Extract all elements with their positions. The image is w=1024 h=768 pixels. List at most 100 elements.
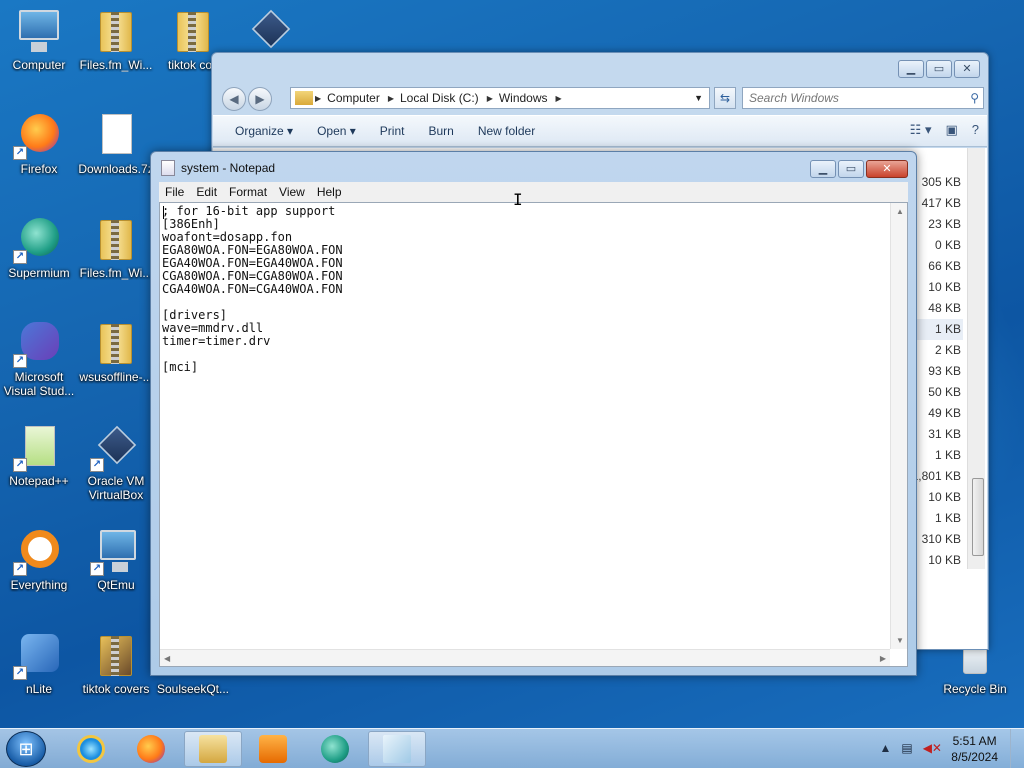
text-editor[interactable]: ; for 16-bit app support [386Enh] woafon… (159, 202, 908, 667)
forward-button[interactable]: ▶ (248, 87, 272, 111)
scroll-up-icon[interactable]: ▲ (896, 207, 904, 216)
taskbar-supermium[interactable] (306, 731, 364, 767)
horizontal-scrollbar[interactable]: ◀ ▶ (160, 649, 890, 666)
menu-edit[interactable]: Edit (190, 185, 223, 199)
vertical-scrollbar[interactable]: ▲ ▼ (890, 203, 907, 649)
shortcut-arrow-icon: ↗ (13, 458, 27, 472)
zip-folder-icon (100, 12, 132, 52)
search-box[interactable]: Search Windows ⚲ (742, 87, 984, 109)
editor-content[interactable]: ; for 16-bit app support [386Enh] woafon… (162, 205, 343, 374)
help-icon[interactable]: ? (972, 122, 979, 138)
breadcrumb-separator-icon: ▶ (555, 93, 562, 103)
organize-button[interactable]: Organize ▾ (225, 124, 303, 138)
shortcut-arrow-icon: ↗ (13, 666, 27, 680)
taskbar-notepad[interactable] (368, 731, 426, 767)
address-bar[interactable]: ▶ Computer ▶ Local Disk (C:) ▶ Windows ▶… (290, 87, 710, 109)
network-icon[interactable]: ▤ (901, 741, 912, 755)
taskbar-internet-explorer[interactable] (62, 731, 120, 767)
address-dropdown-icon[interactable]: ▼ (694, 93, 709, 103)
start-button[interactable]: ⊞ (6, 731, 46, 767)
menu-bar: File Edit Format View Help (159, 182, 908, 202)
volume-muted-icon[interactable]: ◀✕ (923, 741, 942, 755)
desktop-icon-virtualbox-installer[interactable] (228, 6, 312, 58)
explorer-titlebar[interactable] (212, 53, 988, 83)
preview-pane-icon[interactable]: ▣ (945, 122, 957, 138)
text-caret (163, 206, 164, 219)
taskbar-explorer[interactable] (184, 731, 242, 767)
explorer-window-buttons: ▁ ▭ ✕ (898, 60, 980, 78)
computer-icon (19, 10, 59, 52)
menu-format[interactable]: Format (223, 185, 273, 199)
new-folder-button[interactable]: New folder (468, 124, 545, 138)
zip-folder-icon (100, 220, 132, 260)
menu-file[interactable]: File (159, 185, 190, 199)
maximize-button[interactable]: ▭ (926, 60, 952, 78)
desktop-icon-downloads-7z[interactable]: Downloads.7z (74, 110, 158, 176)
show-desktop-button[interactable] (1010, 729, 1024, 768)
breadcrumb-computer[interactable]: Computer (323, 91, 386, 105)
notepad-window[interactable]: system - Notepad ▁ ▭ ✕ File Edit Format … (150, 151, 917, 676)
desktop-icon-everything[interactable]: ↗ Everything (0, 526, 81, 592)
desktop-icon-supermium[interactable]: ↗ Supermium (0, 214, 81, 280)
notepad-icon (383, 735, 411, 763)
menu-help[interactable]: Help (311, 185, 348, 199)
notepad-titlebar[interactable]: system - Notepad (161, 160, 275, 176)
show-hidden-icons-icon[interactable]: ▲ (879, 741, 891, 755)
firefox-icon (137, 735, 165, 763)
desktop-icon-virtualbox[interactable]: ↗ Oracle VM VirtualBox (74, 422, 158, 502)
desktop-icon-notepadpp[interactable]: ↗ Notepad++ (0, 422, 81, 488)
scroll-right-icon[interactable]: ▶ (880, 654, 886, 663)
desktop-icon-wsusoffline[interactable]: wsusoffline-... (74, 318, 158, 384)
minimize-button[interactable]: ▁ (810, 160, 836, 178)
virtualbox-installer-icon (251, 9, 291, 49)
search-placeholder: Search Windows (749, 91, 839, 105)
print-button[interactable]: Print (370, 124, 415, 138)
clock[interactable]: 5:51 AM 8/5/2024 (951, 733, 998, 765)
shortcut-arrow-icon: ↗ (13, 354, 27, 368)
taskbar-media-player[interactable] (244, 731, 302, 767)
maximize-button[interactable]: ▭ (838, 160, 864, 178)
open-button[interactable]: Open ▾ (307, 124, 366, 138)
internet-explorer-icon (77, 735, 105, 763)
desktop-icon-filesfm-2[interactable]: Files.fm_Wi... (74, 214, 158, 280)
window-title: system - Notepad (181, 161, 276, 175)
close-button[interactable]: ✕ (954, 60, 980, 78)
minimize-button[interactable]: ▁ (898, 60, 924, 78)
scroll-left-icon[interactable]: ◀ (164, 654, 170, 663)
clock-date: 8/5/2024 (951, 750, 998, 764)
taskbar-firefox[interactable] (122, 731, 180, 767)
shortcut-arrow-icon: ↗ (13, 146, 27, 160)
desktop-icon-visual-studio[interactable]: ↗ Microsoft Visual Stud... (0, 318, 81, 398)
notepad-icon (161, 160, 175, 176)
notepad-window-buttons: ▁ ▭ ✕ (810, 160, 908, 178)
desktop-icon-nlite[interactable]: ↗ nLite (0, 630, 81, 696)
refresh-button[interactable]: ⇆ (714, 87, 736, 109)
qtemu-icon (100, 530, 136, 572)
system-tray: ▲ ▤ ◀✕ (879, 741, 942, 755)
breadcrumb-windows[interactable]: Windows (495, 91, 554, 105)
taskbar: ⊞ ▲ ▤ ◀✕ 5:51 AM 8/5/2024 (0, 728, 1024, 768)
close-button[interactable]: ✕ (866, 160, 908, 178)
breadcrumb-separator-icon: ▶ (486, 93, 493, 103)
explorer-nav-bar: ◀ ▶ ▶ Computer ▶ Local Disk (C:) ▶ Windo… (218, 85, 984, 113)
breadcrumb-local-disk[interactable]: Local Disk (C:) (396, 91, 485, 105)
folder-icon (199, 735, 227, 763)
view-options-icon[interactable]: ☷ ▾ (910, 122, 932, 138)
breadcrumb-separator-icon: ▶ (387, 93, 394, 103)
scrollbar-thumb[interactable] (972, 478, 984, 556)
desktop-icon-computer[interactable]: Computer (0, 6, 81, 72)
desktop-icon-tiktok-covers[interactable]: tiktok covers (74, 630, 158, 696)
folder-icon (295, 91, 313, 105)
desktop-icon-firefox[interactable]: ↗ Firefox (0, 110, 81, 176)
shortcut-arrow-icon: ↗ (90, 458, 104, 472)
menu-view[interactable]: View (273, 185, 311, 199)
burn-button[interactable]: Burn (418, 124, 463, 138)
search-icon[interactable]: ⚲ (970, 88, 979, 108)
supermium-icon (321, 735, 349, 763)
desktop-icon-qtemu[interactable]: ↗ QtEmu (74, 526, 158, 592)
file-icon (102, 114, 132, 154)
desktop-icon-filesfm-1[interactable]: Files.fm_Wi... (74, 6, 158, 72)
scroll-down-icon[interactable]: ▼ (896, 636, 904, 645)
back-button[interactable]: ◀ (222, 87, 246, 111)
explorer-toolbar: Organize ▾ Open ▾ Print Burn New folder … (213, 115, 987, 147)
